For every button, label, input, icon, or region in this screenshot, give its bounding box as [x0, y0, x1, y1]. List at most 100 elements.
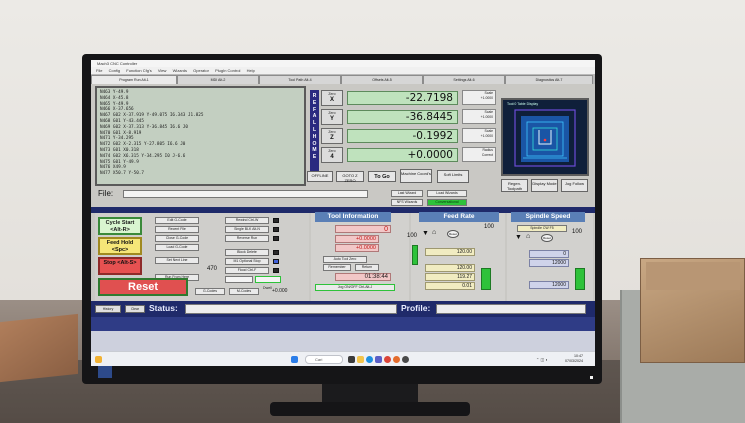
edge-icon[interactable] — [366, 356, 373, 363]
last-wizard-button[interactable]: Last Wizard — [391, 190, 423, 197]
tab-offsets[interactable]: Offsets Alt-5 — [341, 75, 423, 84]
feed-fro-field[interactable]: 120.00 — [425, 248, 475, 256]
single-block-button[interactable]: Single BLK Alt-N — [225, 226, 269, 233]
menu-view[interactable]: View — [158, 68, 167, 73]
dro-4-value[interactable]: +0.0000 — [347, 148, 458, 162]
rewind-button[interactable]: Rewind Ctrl-W — [225, 217, 269, 224]
edit-gcode-button[interactable]: Edit G-Code — [155, 217, 199, 224]
tool-diameter-field[interactable]: +0.0000 — [335, 235, 379, 243]
stop-button[interactable]: Stop <Alt-S> — [98, 257, 142, 275]
clear-button[interactable]: Clear — [125, 305, 145, 313]
radius-correct-button[interactable]: Radius Correct — [462, 147, 496, 162]
feed-reset-button[interactable]: Reset — [447, 230, 459, 238]
menu-help[interactable]: Help — [247, 68, 255, 73]
display-mode-button[interactable]: Display Mode — [531, 179, 558, 192]
gcodes-button[interactable]: G-Codes — [195, 288, 225, 295]
menu-plugin-control[interactable]: PlugIn Control — [215, 68, 240, 73]
load-wizards-button[interactable]: Load Wizards — [427, 190, 467, 197]
tray-icons[interactable]: ⌃ ◫ ◖ — [536, 357, 548, 362]
nfs-wizards-button[interactable]: NFS Wizards — [391, 199, 423, 206]
zero-4-button[interactable]: Zero 4 — [321, 147, 343, 163]
menu-function-cfgs[interactable]: Function Cfg's — [126, 68, 151, 73]
dwell-field[interactable] — [225, 276, 253, 283]
tab-mdi[interactable]: MDI Alt-2 — [177, 75, 259, 84]
spindle-speed-field[interactable]: 12000 — [529, 281, 569, 289]
jog-follow-button[interactable]: Jog Follow — [561, 179, 588, 192]
mcodes-button[interactable]: M-Codes — [229, 288, 259, 295]
feed-home-icon[interactable]: ⌂ — [432, 229, 436, 237]
tool-number-field[interactable]: 0 — [335, 225, 391, 233]
menu-wizards[interactable]: Wizards — [173, 68, 187, 73]
conversational-button[interactable]: Conversational — [427, 199, 467, 206]
start-icon[interactable] — [291, 356, 298, 363]
spindle-sro-field[interactable]: 0 — [529, 250, 569, 258]
tab-program-run[interactable]: Program Run Alt-1 — [91, 75, 177, 84]
dro-z-value[interactable]: -0.1992 — [347, 129, 458, 143]
soft-limits-button[interactable]: Soft Limits — [437, 170, 469, 183]
menu-operator[interactable]: Operator — [193, 68, 209, 73]
tab-diagnostics[interactable]: Diagnostics Alt-7 — [505, 75, 593, 84]
spindle-slider[interactable] — [575, 268, 585, 290]
feed-hold-button[interactable]: Feed Hold <Spc> — [98, 237, 142, 255]
next-line-value[interactable]: 470 — [173, 266, 217, 272]
zero-z-button[interactable]: Zero Z — [321, 128, 343, 144]
optional-stop-button[interactable]: M1 Optional Stop — [225, 258, 269, 265]
menu-config[interactable]: Config — [109, 68, 121, 73]
feed-down-icon[interactable]: ▼ — [422, 230, 429, 238]
reverse-run-button[interactable]: Reverse Run — [225, 235, 269, 242]
return-button[interactable]: Return — [355, 264, 379, 271]
jog-toggle-button[interactable]: Jog ON/OFF Ctrl-Alt-J — [315, 284, 395, 291]
chrome-icon[interactable] — [384, 356, 391, 363]
reset-button[interactable]: Reset — [98, 278, 188, 296]
store-icon[interactable] — [375, 356, 382, 363]
scale-x[interactable]: Scale +1.0000 — [462, 90, 496, 105]
dro-x-value[interactable]: -22.7198 — [347, 91, 458, 105]
tab-tool-path[interactable]: Tool Path Alt-4 — [259, 75, 341, 84]
menu-file[interactable]: File — [96, 68, 102, 73]
set-next-line-button[interactable]: Set Next Line — [155, 257, 199, 264]
task-view-icon[interactable] — [348, 356, 355, 363]
feed-override-slider[interactable] — [412, 245, 418, 265]
units-per-min-field: 119.27 — [425, 273, 475, 281]
flood-led — [273, 268, 279, 273]
zero-x-button[interactable]: Zero X — [321, 90, 343, 106]
spindle-cw-button[interactable]: Spindle CW F5 — [517, 225, 567, 232]
block-delete-led — [273, 250, 279, 255]
file-path-field[interactable] — [123, 190, 368, 198]
block-delete-button[interactable]: Block Delete — [225, 249, 269, 256]
goto-z-zero-button[interactable]: GOTO Z ZERO — [336, 171, 364, 183]
machine-coords-button[interactable]: Machine Coord's — [400, 169, 432, 183]
weather-icon[interactable] — [95, 356, 102, 363]
history-button[interactable]: History — [95, 305, 121, 313]
scale-y[interactable]: Scale +1.0000 — [462, 109, 496, 124]
gcode-listing[interactable]: N463 Y-49.9 N464 X-45.8 N465 Y-49.9 N466… — [95, 86, 306, 186]
to-go-button[interactable]: To Go — [368, 171, 396, 182]
offline-button[interactable]: OFFLINE — [307, 171, 333, 182]
regen-toolpath-button[interactable]: Regen. Toolpath — [501, 179, 528, 192]
close-gcode-button[interactable]: Close G-Code — [155, 235, 199, 242]
tab-settings[interactable]: Settings Alt-6 — [423, 75, 505, 84]
tool-height-field[interactable]: +0.0000 — [335, 244, 379, 252]
recent-file-button[interactable]: Recent File — [155, 226, 199, 233]
taskbar-search[interactable]: Cari — [305, 355, 343, 364]
taskbar-clock[interactable]: 10:47 07/03/2024 — [565, 354, 583, 364]
zero-y-button[interactable]: Zero Y — [321, 109, 343, 125]
spindle-reset-button[interactable]: Reset — [541, 234, 553, 242]
scale-z[interactable]: Scale +1.0000 — [462, 128, 496, 143]
spindle-down-icon[interactable]: ▼ — [515, 234, 522, 242]
load-gcode-button[interactable]: Load G-Code — [155, 244, 199, 251]
spindle-home-icon[interactable]: ⌂ — [526, 233, 530, 241]
app-icon[interactable] — [393, 356, 400, 363]
toolpath-display[interactable]: Tool:0 Table Display — [501, 98, 589, 176]
mach3-taskbar-icon[interactable] — [402, 356, 409, 363]
dro-y-value[interactable]: -36.8445 — [347, 110, 458, 124]
file-explorer-icon[interactable] — [357, 356, 364, 363]
cycle-start-button[interactable]: Cycle Start <Alt-R> — [98, 217, 142, 235]
ref-all-home-button[interactable]: REF ALL HOME — [310, 90, 319, 178]
feedrate-field[interactable]: 120.00 — [425, 264, 475, 272]
feed-slider-right[interactable] — [481, 268, 491, 290]
remember-button[interactable]: Remember — [323, 264, 351, 271]
flood-button[interactable]: Flood Ctrl-F — [225, 267, 269, 274]
desktop-strip — [91, 331, 595, 351]
auto-tool-zero-button[interactable]: Auto Tool Zero — [323, 256, 367, 263]
